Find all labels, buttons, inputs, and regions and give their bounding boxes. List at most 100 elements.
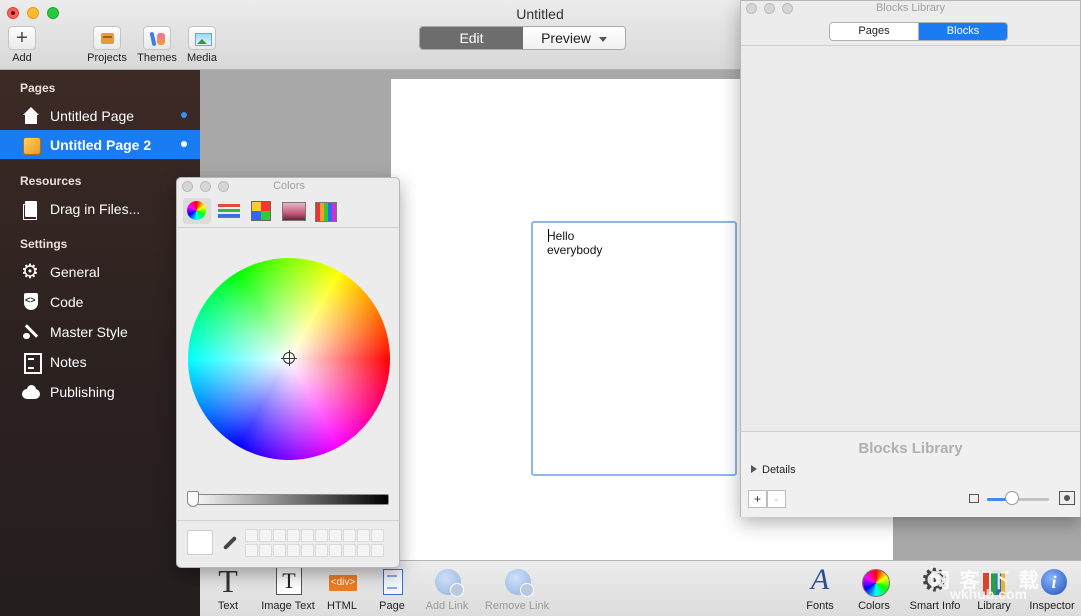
blocks-library-title-bar: Blocks Library [741, 1, 1080, 17]
brightness-slider[interactable] [188, 494, 389, 505]
colors-button[interactable]: Colors [852, 569, 896, 612]
small-thumbnail-icon [969, 494, 979, 503]
text-icon [213, 563, 243, 600]
saved-color-slot[interactable] [245, 543, 258, 557]
blocks-list[interactable] [741, 46, 1080, 431]
projects-label: Projects [87, 52, 127, 64]
saved-color-slot[interactable] [357, 543, 370, 557]
sidebar-item-drag-in-files[interactable]: Drag in Files... [0, 194, 200, 223]
preview-mode-button[interactable]: Preview [523, 27, 625, 49]
sidebar-item-master-style[interactable]: Master Style [0, 317, 200, 346]
saved-color-slot[interactable] [273, 529, 286, 542]
remove-link-button[interactable]: Remove Link [482, 569, 552, 612]
saved-color-slot[interactable] [371, 529, 384, 542]
preview-label: Preview [541, 30, 591, 46]
sidebar-item-label: Drag in Files... [50, 200, 141, 217]
remove-block-button[interactable]: - [767, 490, 786, 508]
saved-color-slot[interactable] [287, 543, 300, 557]
saved-color-slot[interactable] [315, 529, 328, 542]
add-block-button[interactable]: + [748, 490, 767, 508]
fonts-icon [805, 563, 835, 597]
colors-panel: Colors [176, 177, 400, 568]
current-color-swatch[interactable] [187, 530, 213, 555]
sidebar-item-publishing[interactable]: Publishing [0, 377, 200, 406]
sidebar-item-code[interactable]: Code [0, 287, 200, 316]
insert-page-button[interactable]: Page [372, 569, 412, 612]
saved-color-slot[interactable] [273, 543, 286, 557]
code-icon [22, 292, 40, 311]
unsaved-dot [181, 112, 187, 118]
cube-icon [22, 136, 40, 154]
brush-icon [22, 323, 40, 341]
sidebar-item-notes[interactable]: Notes [0, 347, 200, 376]
image-text-icon [273, 567, 303, 597]
text-block-text[interactable]: Hello everybody [547, 229, 602, 257]
media-button[interactable]: Media [184, 26, 220, 64]
insert-image-text-button[interactable]: Image Text [256, 567, 320, 612]
saved-color-slot[interactable] [329, 529, 342, 542]
divider [177, 520, 399, 521]
resources-heading: Resources [20, 174, 82, 188]
tab-pages[interactable]: Pages [830, 23, 919, 40]
color-wheel-crosshair[interactable] [281, 350, 297, 366]
minimize-window-button[interactable] [27, 7, 39, 19]
pages-blocks-segmented-control: Pages Blocks [829, 22, 1008, 41]
saved-color-slot[interactable] [343, 543, 356, 557]
colors-mode-tabs [177, 194, 399, 228]
color-sliders-tab[interactable] [215, 198, 243, 224]
text-label: Text [217, 600, 239, 612]
sidebar-item-label: Publishing [50, 383, 115, 400]
saved-color-slot[interactable] [245, 529, 258, 542]
text-block[interactable]: Hello everybody [531, 221, 737, 476]
saved-color-slot[interactable] [259, 529, 272, 542]
saved-color-slot[interactable] [329, 543, 342, 557]
insert-html-button[interactable]: HTML [322, 569, 362, 612]
sidebar-item-label: Untitled Page 2 [50, 136, 152, 153]
thumbnail-size-slider-knob[interactable] [1005, 491, 1019, 505]
disclosure-triangle-icon [751, 465, 757, 473]
blocks-library-panel: Blocks Library Pages Blocks Blocks Libra… [740, 0, 1081, 517]
sidebar-item-label: Code [50, 293, 84, 310]
blocks-library-footer: Blocks Library Details + - [741, 431, 1080, 517]
add-button[interactable]: Add [6, 26, 38, 64]
notes-icon [22, 352, 42, 374]
colors-label: Colors [858, 600, 890, 612]
unsaved-dot [181, 141, 187, 147]
sidebar-item-untitled-page-2[interactable]: Untitled Page 2 [0, 130, 200, 159]
saved-color-slot[interactable] [315, 543, 328, 557]
tab-blocks[interactable]: Blocks [919, 23, 1007, 40]
zoom-window-button[interactable] [47, 7, 59, 19]
saved-color-slot[interactable] [287, 529, 300, 542]
themes-button[interactable]: Themes [136, 26, 178, 64]
insert-text-button[interactable]: Text [210, 563, 246, 612]
saved-color-slot[interactable] [259, 543, 272, 557]
eyedropper-icon[interactable] [221, 534, 239, 552]
sidebar-item-untitled-page[interactable]: Untitled Page [0, 101, 200, 130]
saved-color-slot[interactable] [301, 543, 314, 557]
saved-color-slot[interactable] [343, 529, 356, 542]
add-link-button[interactable]: Add Link [420, 569, 474, 612]
fonts-button[interactable]: Fonts [800, 563, 840, 612]
projects-button[interactable]: Projects [84, 26, 130, 64]
details-label: Details [762, 464, 796, 476]
house-icon [22, 106, 40, 125]
image-text-label: Image Text [261, 600, 315, 612]
color-palettes-tab[interactable] [247, 198, 275, 224]
pages-heading: Pages [20, 81, 56, 95]
color-wheel-tab[interactable] [183, 198, 211, 224]
sidebar-item-label: Untitled Page [50, 107, 135, 124]
image-palettes-tab[interactable] [279, 198, 307, 224]
saved-color-slot[interactable] [371, 543, 384, 557]
edit-mode-button[interactable]: Edit [420, 27, 523, 49]
close-window-button[interactable] [7, 7, 19, 19]
sidebar-item-general[interactable]: General [0, 257, 200, 286]
large-thumbnail-icon [1059, 491, 1075, 505]
saved-color-slot[interactable] [301, 529, 314, 542]
details-disclosure[interactable]: Details [751, 464, 796, 476]
color-wheel-icon [859, 569, 890, 597]
crayons-tab[interactable] [311, 198, 339, 224]
saved-color-slot[interactable] [357, 529, 370, 542]
settings-heading: Settings [20, 237, 68, 251]
brightness-slider-knob[interactable] [187, 491, 199, 507]
themes-brush-icon [143, 26, 171, 50]
